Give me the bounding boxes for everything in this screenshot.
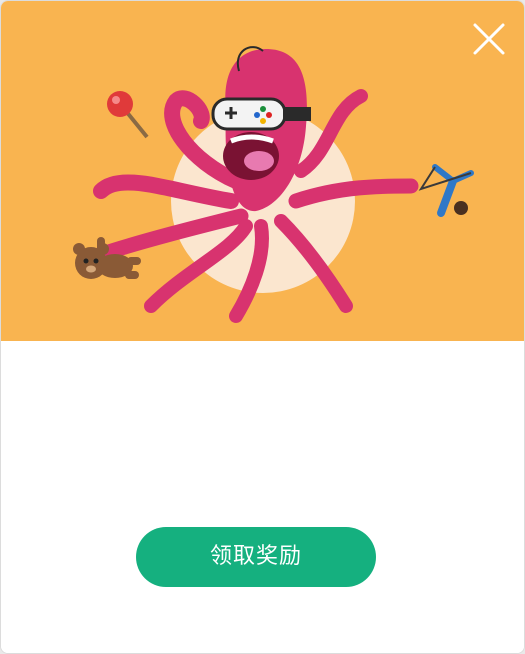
close-button[interactable] bbox=[469, 19, 509, 59]
reward-banner bbox=[1, 1, 524, 341]
close-icon bbox=[473, 23, 505, 55]
reward-dialog: 领取奖励 bbox=[0, 0, 525, 654]
octopus-illustration bbox=[73, 46, 474, 323]
claim-reward-button[interactable]: 领取奖励 bbox=[136, 527, 376, 587]
slingshot bbox=[418, 164, 474, 217]
dialog-body: 领取奖励 bbox=[1, 341, 524, 653]
